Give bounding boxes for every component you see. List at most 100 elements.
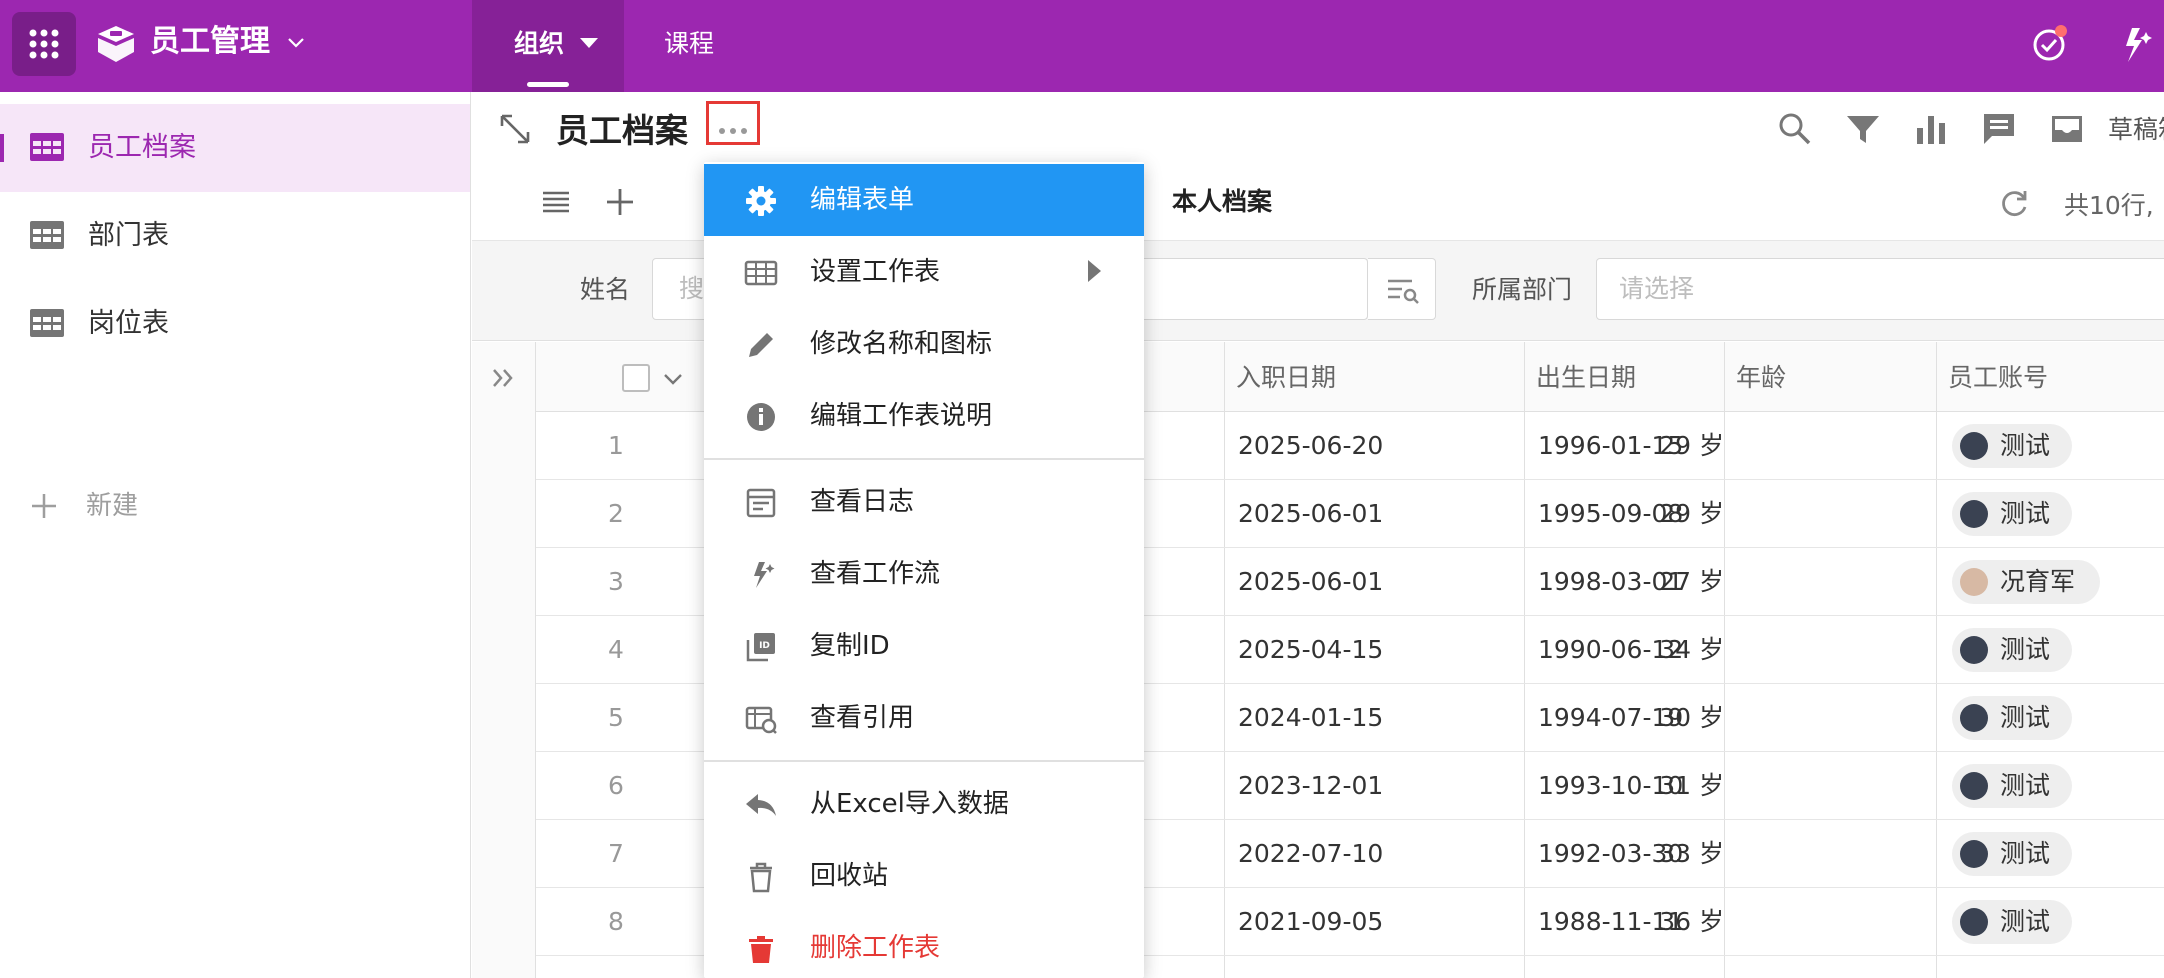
- table-icon: [30, 133, 64, 161]
- comment-icon[interactable]: [1980, 110, 2018, 148]
- account-name: 测试: [2000, 499, 2051, 528]
- menu-item-edit-form[interactable]: 编辑表单: [704, 164, 1144, 236]
- menu-item-label: 从Excel导入数据: [810, 789, 1009, 819]
- sidebar-item-employee-files[interactable]: 员工档案: [0, 104, 470, 192]
- menu-item-label: 回收站: [810, 861, 889, 891]
- table-icon: [744, 260, 778, 286]
- pencil-icon: [749, 333, 773, 357]
- hire-date-cell: 2025-06-01: [1238, 567, 1384, 596]
- avatar: [1960, 432, 1988, 460]
- double-chevron-right-icon[interactable]: [488, 362, 520, 394]
- column-header-birth-date[interactable]: 出生日期: [1536, 356, 1636, 400]
- menu-item-label: 设置工作表: [810, 257, 941, 287]
- add-view-icon[interactable]: [604, 186, 636, 218]
- table-icon: [30, 221, 64, 249]
- avatar: [1960, 772, 1988, 800]
- column-header-account[interactable]: 员工账号: [1948, 356, 2048, 400]
- search-icon[interactable]: [1776, 110, 1814, 148]
- chart-icon[interactable]: [1912, 110, 1950, 148]
- app-title[interactable]: 员工管理: [150, 20, 270, 64]
- sheet-title: 员工档案: [556, 111, 688, 150]
- account-name: 测试: [2000, 907, 2051, 936]
- hire-date-cell: 2025-04-15: [1238, 635, 1384, 664]
- svg-text:ID: ID: [759, 641, 770, 651]
- sidebar-item-positions[interactable]: 岗位表: [0, 280, 470, 368]
- age-cell: 29 岁: [1659, 499, 1724, 528]
- avatar: [1960, 568, 1988, 596]
- avatar: [1960, 908, 1988, 936]
- chevron-down-icon[interactable]: [284, 30, 308, 54]
- delete-icon: [749, 936, 773, 963]
- tab-organization-label[interactable]: 组织: [514, 24, 564, 64]
- text-search-icon: [1388, 279, 1419, 304]
- column-header-hire-date[interactable]: 入职日期: [1236, 356, 1336, 400]
- row-number: 8: [608, 907, 624, 936]
- select-all-checkbox[interactable]: [622, 364, 650, 392]
- menu-item-edit-description[interactable]: 编辑工作表说明: [704, 380, 1144, 452]
- row-count: 共10行,: [2064, 191, 2154, 220]
- draft-box-label[interactable]: 草稿箱: [2108, 110, 2164, 150]
- avatar: [1960, 500, 1988, 528]
- name-search-placeholder: 搜: [679, 274, 705, 303]
- view-tab-personal-file[interactable]: 本人档案: [1172, 182, 1272, 222]
- caret-down-icon[interactable]: [580, 38, 598, 48]
- sidebar-item-label: 岗位表: [88, 308, 169, 339]
- account-chip[interactable]: 测试: [1952, 832, 2072, 876]
- menu-item-delete-sheet[interactable]: 删除工作表: [704, 912, 1144, 978]
- copy-id-icon: ID: [746, 633, 775, 662]
- account-chip[interactable]: 测试: [1952, 696, 2072, 740]
- account-chip[interactable]: 测试: [1952, 492, 2072, 536]
- account-chip[interactable]: 况育军: [1952, 560, 2100, 604]
- collapse-arrows-icon[interactable]: [498, 112, 532, 146]
- row-number: 2: [608, 499, 624, 528]
- account-chip[interactable]: 测试: [1952, 900, 2072, 944]
- hire-date-cell: 2023-12-01: [1238, 771, 1384, 800]
- row-number: 1: [608, 431, 624, 460]
- sidebar: 员工档案 部门表 岗位表 新建: [0, 92, 471, 978]
- workflow-icon: [754, 562, 775, 588]
- account-chip[interactable]: 测试: [1952, 764, 2072, 808]
- menu-item-view-workflow[interactable]: 查看工作流: [704, 538, 1144, 610]
- column-header-age[interactable]: 年龄: [1736, 356, 1786, 400]
- menu-item-view-log[interactable]: 查看日志: [704, 466, 1144, 538]
- menu-item-label: 复制ID: [810, 631, 890, 661]
- department-select[interactable]: 请选择: [1596, 258, 2164, 320]
- inbox-icon[interactable]: [2048, 110, 2086, 148]
- hire-date-cell: 2022-07-10: [1238, 839, 1384, 868]
- sidebar-item-departments[interactable]: 部门表: [0, 192, 470, 280]
- menu-item-label: 编辑工作表说明: [810, 401, 993, 431]
- refresh-icon[interactable]: [1998, 188, 2030, 220]
- menu-item-recycle-bin[interactable]: 回收站: [704, 840, 1144, 912]
- account-chip[interactable]: 测试: [1952, 628, 2072, 672]
- top-bar: [0, 0, 2164, 92]
- more-options-button[interactable]: [706, 101, 760, 145]
- log-icon: [746, 488, 776, 518]
- name-filter-label: 姓名: [580, 275, 631, 304]
- account-chip[interactable]: 测试: [1952, 424, 2072, 468]
- menu-item-copy-id[interactable]: ID 复制ID: [704, 610, 1144, 682]
- more-dot: [730, 128, 736, 134]
- magic-wand-icon[interactable]: [2112, 22, 2156, 66]
- new-sheet-button[interactable]: 新建: [28, 484, 428, 528]
- app-launcher-button[interactable]: [12, 12, 76, 76]
- hire-date-cell: 2021-09-05: [1238, 907, 1384, 936]
- menu-item-view-references[interactable]: 查看引用: [704, 682, 1144, 754]
- age-cell: 27 岁: [1659, 567, 1724, 596]
- list-icon[interactable]: [540, 186, 572, 218]
- app-logo-icon: [98, 26, 134, 62]
- row-number: 3: [608, 567, 624, 596]
- menu-item-label: 查看引用: [810, 703, 915, 733]
- menu-item-import-excel[interactable]: 从Excel导入数据: [704, 768, 1144, 840]
- menu-item-sheet-settings[interactable]: 设置工作表: [704, 236, 1144, 308]
- hire-date-cell: 2025-06-20: [1238, 431, 1384, 460]
- tab-course[interactable]: 课程: [664, 24, 714, 64]
- trash-icon: [750, 862, 772, 893]
- age-cell: 33 岁: [1659, 839, 1724, 868]
- chevron-down-icon[interactable]: [660, 366, 686, 392]
- filter-icon[interactable]: [1844, 110, 1882, 148]
- account-name: 测试: [2000, 839, 2051, 868]
- account-name: 测试: [2000, 703, 2051, 732]
- search-mode-button[interactable]: [1368, 258, 1436, 320]
- menu-item-rename[interactable]: 修改名称和图标: [704, 308, 1144, 380]
- check-circle-icon[interactable]: [2028, 22, 2072, 66]
